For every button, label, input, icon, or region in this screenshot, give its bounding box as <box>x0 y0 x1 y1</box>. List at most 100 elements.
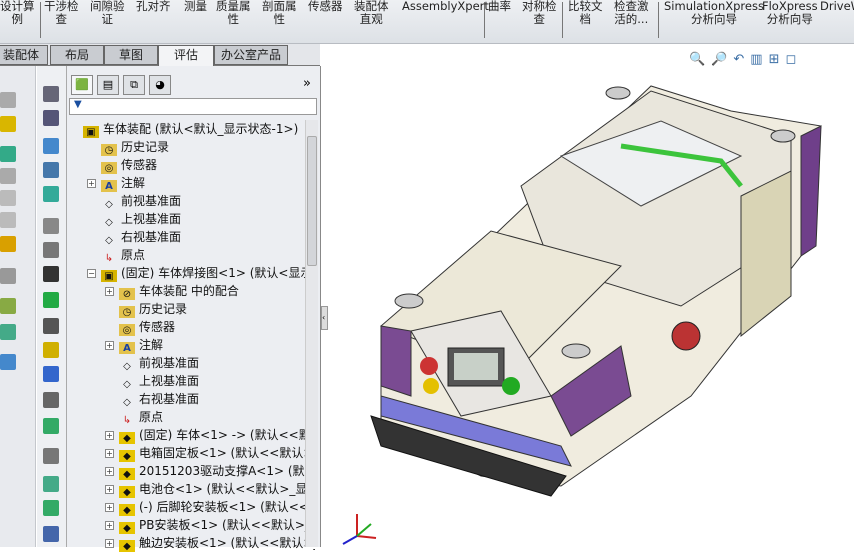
expand-icon[interactable]: + <box>105 341 114 350</box>
ribbon-button[interactable]: 间隙验 证 <box>90 0 125 26</box>
expand-icon[interactable]: + <box>105 503 114 512</box>
tree-item[interactable]: ◷ 历史记录 <box>119 300 315 318</box>
ribbon-button[interactable]: 装配体 直观 <box>354 0 389 26</box>
property-manager-tab[interactable]: ▤ <box>97 75 119 95</box>
tree-item[interactable]: ◇ 前视基准面 <box>101 192 315 210</box>
expand-icon[interactable]: + <box>105 521 114 530</box>
expand-icon[interactable]: + <box>105 467 114 476</box>
view-tool-icon[interactable] <box>43 266 59 282</box>
tree-item[interactable]: ⊘ 车体装配 中的配合 <box>119 282 315 300</box>
ribbon-button[interactable]: 比较文 档 <box>568 0 603 26</box>
tab-2[interactable]: 草图 <box>104 45 158 65</box>
ribbon-button[interactable]: 测量 <box>184 0 207 13</box>
tree-item[interactable]: ◆ 20151203驱动支撑A<1> (默认<<默 <box>119 462 315 480</box>
toolbar-tool-icon[interactable] <box>0 168 16 184</box>
section-view-icon[interactable]: ▥ <box>750 52 762 70</box>
tree-item[interactable]: ◇ 上视基准面 <box>101 210 315 228</box>
collapse-panel-handle[interactable]: ‹ <box>321 306 328 330</box>
tree-item[interactable]: ▣ 车体装配 (默认<默认_显示状态-1>) <box>83 120 315 138</box>
ribbon-button[interactable]: 设计算 例 <box>0 0 35 26</box>
view-tool-icon[interactable] <box>43 86 59 102</box>
tree-item[interactable]: ◆ 触边安装板<1> (默认<<默认>_显 <box>119 534 315 552</box>
tree-item[interactable]: ◆ PB安装板<1> (默认<<默认>_显示 <box>119 516 315 534</box>
scrollbar-thumb[interactable] <box>307 136 317 266</box>
tab-0[interactable]: 装配体 <box>0 45 48 65</box>
expand-icon[interactable]: + <box>105 449 114 458</box>
tree-item[interactable]: ◇ 右视基准面 <box>119 390 315 408</box>
view-orientation-icon[interactable]: ⊞ <box>769 52 780 70</box>
tree-item[interactable]: ◆ 电箱固定板<1> (默认<<默认>_显示 <box>119 444 315 462</box>
view-tool-icon[interactable] <box>43 138 59 154</box>
view-tool-icon[interactable] <box>43 448 59 464</box>
tree-item[interactable]: ◎ 传感器 <box>119 318 315 336</box>
zoom-to-fit-icon[interactable]: 🔍 <box>689 52 705 70</box>
tree-item[interactable]: A 注解 <box>101 174 315 192</box>
toolbar-tool-icon[interactable] <box>0 268 16 284</box>
ribbon-button[interactable]: 对称检 查 <box>522 0 557 26</box>
toolbar-tool-icon[interactable] <box>0 116 16 132</box>
toolbar-tool-icon[interactable] <box>0 236 16 252</box>
expand-icon[interactable]: + <box>105 287 114 296</box>
ribbon-button[interactable]: FloXpress 分析向导 <box>762 0 818 26</box>
tree-item[interactable]: ▣ (固定) 车体焊接图<1> (默认<显示状 <box>101 264 315 282</box>
view-tool-icon[interactable] <box>43 342 59 358</box>
ribbon-button[interactable]: 孔对齐 <box>136 0 171 13</box>
tab-4[interactable]: 办公室产品 <box>214 45 288 65</box>
toolbar-tool-icon[interactable] <box>0 146 16 162</box>
tree-item[interactable]: ◷ 历史记录 <box>101 138 315 156</box>
tab-1[interactable]: 布局 <box>50 45 104 65</box>
ribbon-button[interactable]: 剖面属 性 <box>262 0 297 26</box>
view-tool-icon[interactable] <box>43 500 59 516</box>
tab-3[interactable]: 评估 <box>158 45 214 67</box>
view-tool-icon[interactable] <box>43 242 59 258</box>
ribbon-button[interactable]: 检查激 活的... <box>614 0 649 26</box>
display-style-icon[interactable]: ◻ <box>785 52 796 70</box>
tree-item[interactable]: ◎ 传感器 <box>101 156 315 174</box>
toolbar-tool-icon[interactable] <box>0 92 16 108</box>
view-tool-icon[interactable] <box>43 218 59 234</box>
tree-item[interactable]: ↳ 原点 <box>119 408 315 426</box>
tree-scrollbar[interactable] <box>305 120 318 547</box>
expand-icon[interactable]: + <box>87 179 96 188</box>
display-manager-tab[interactable]: ◕ <box>149 75 171 95</box>
configuration-manager-tab[interactable]: ⧉ <box>123 75 145 95</box>
expand-panel-button[interactable]: » <box>303 76 311 91</box>
toolbar-tool-icon[interactable] <box>0 298 16 314</box>
view-tool-icon[interactable] <box>43 162 59 178</box>
expand-icon[interactable]: + <box>105 431 114 440</box>
tree-item[interactable]: ◇ 右视基准面 <box>101 228 315 246</box>
view-tool-icon[interactable] <box>43 292 59 308</box>
expand-icon[interactable]: + <box>105 485 114 494</box>
view-tool-icon[interactable] <box>43 318 59 334</box>
graphics-viewport[interactable]: 🔍 🔎 ↶ ▥ ⊞ ◻ ‹ <box>320 52 854 547</box>
view-tool-icon[interactable] <box>43 526 59 542</box>
ribbon-button[interactable]: AssemblyXpert <box>402 0 489 13</box>
ribbon-button[interactable]: 干涉检 查 <box>44 0 79 26</box>
ribbon-button[interactable]: 曲率 <box>488 0 511 13</box>
feature-manager-tab[interactable]: 🟩 <box>71 75 93 95</box>
filter-input[interactable]: ▼ <box>69 98 317 115</box>
ribbon-button[interactable]: 传感器 <box>308 0 343 13</box>
ribbon-button[interactable]: SimulationXpress 分析向导 <box>664 0 764 26</box>
toolbar-tool-icon[interactable] <box>0 212 16 228</box>
view-tool-icon[interactable] <box>43 110 59 126</box>
toolbar-tool-icon[interactable] <box>0 354 16 370</box>
tree-item[interactable]: ◆ 电池仓<1> (默认<<默认>_显示状态 <box>119 480 315 498</box>
ribbon-button[interactable]: 质量属 性 <box>216 0 251 26</box>
view-tool-icon[interactable] <box>43 476 59 492</box>
tree-item[interactable]: ↳ 原点 <box>101 246 315 264</box>
tree-item[interactable]: ◆ (固定) 车体<1> -> (默认<<默认>_显 <box>119 426 315 444</box>
view-tool-icon[interactable] <box>43 392 59 408</box>
toolbar-tool-icon[interactable] <box>0 324 16 340</box>
tree-item[interactable]: A 注解 <box>119 336 315 354</box>
view-tool-icon[interactable] <box>43 186 59 202</box>
ribbon-button[interactable]: DriveW <box>820 0 854 13</box>
previous-view-icon[interactable]: ↶ <box>733 52 744 70</box>
zoom-area-icon[interactable]: 🔎 <box>711 52 727 70</box>
tree-item[interactable]: ◆ (-) 后脚轮安装板<1> (默认<<默认 <box>119 498 315 516</box>
toolbar-tool-icon[interactable] <box>0 190 16 206</box>
view-tool-icon[interactable] <box>43 418 59 434</box>
view-tool-icon[interactable] <box>43 366 59 382</box>
collapse-icon[interactable]: − <box>87 269 96 278</box>
tree-item[interactable]: ◇ 上视基准面 <box>119 372 315 390</box>
